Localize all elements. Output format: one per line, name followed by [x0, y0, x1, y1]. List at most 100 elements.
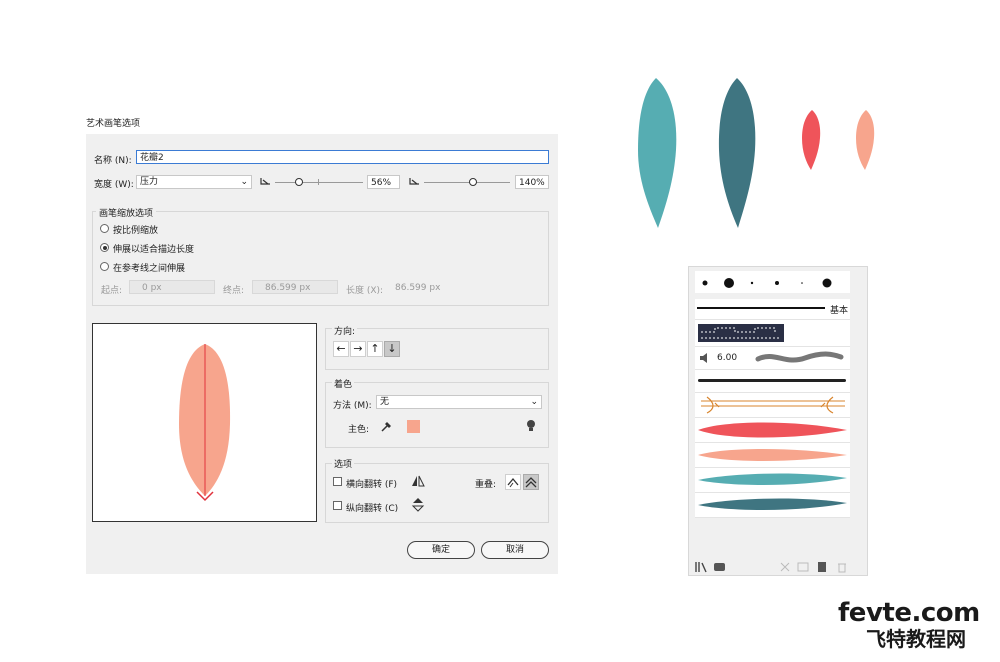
- ok-button[interactable]: 确定: [407, 541, 475, 559]
- flip-across-checkbox[interactable]: [333, 501, 342, 510]
- min-width-field[interactable]: 56%: [367, 175, 400, 189]
- options-title: 选项: [332, 457, 355, 470]
- flip-across-label: 纵向翻转 (C): [346, 504, 399, 514]
- brush-preview: [92, 323, 317, 522]
- watermark-site-name: 飞特教程网: [866, 627, 966, 651]
- direction-right-button[interactable]: →: [350, 341, 366, 357]
- flip-horizontal-icon: [412, 475, 425, 487]
- brush-dot-small: [702, 280, 708, 286]
- stretch-to-fit-label: 伸展以适合描边长度: [113, 245, 195, 255]
- direction-down-button[interactable]: ↓: [384, 341, 400, 357]
- brush-dot-angled: [775, 281, 779, 285]
- stretch-between-guides-radio[interactable]: [100, 262, 109, 271]
- petal-dark-teal: [718, 78, 756, 228]
- libraries-panel-icon[interactable]: [713, 561, 727, 573]
- name-input[interactable]: 花瓣2: [136, 150, 549, 164]
- art-brush-options-dialog: 名称 (N): 花瓣2 宽度 (W): 压力 ⌄ 56% 140% 画笔缩放选项…: [86, 134, 558, 574]
- pressure-max-icon: [409, 178, 419, 185]
- speaker-icon: [700, 353, 707, 363]
- start-label: 起点:: [101, 286, 123, 296]
- brush-dot-big: [822, 278, 832, 288]
- art-brush-teal-shape: [698, 473, 847, 485]
- direction-left-button[interactable]: ←: [333, 341, 349, 357]
- brush-basic[interactable]: 基本: [695, 299, 850, 320]
- brush-pattern[interactable]: [695, 320, 850, 347]
- brush-dot-row: [695, 271, 850, 293]
- width-method-value: 压力: [140, 177, 159, 187]
- brush-scale-options-title: 画笔缩放选项: [96, 206, 157, 219]
- overlap-adjust-button[interactable]: [505, 474, 521, 490]
- stretch-to-fit-radio[interactable]: [100, 243, 109, 252]
- brush-art-teal[interactable]: [695, 468, 850, 493]
- colorization-title: 着色: [332, 377, 355, 390]
- ribbon-brush-preview: [701, 396, 845, 414]
- key-color-label: 主色:: [348, 425, 370, 435]
- basic-stroke: [697, 307, 825, 309]
- brush-size-value: 6.00: [717, 353, 738, 363]
- charcoal-stroke-preview: [755, 351, 844, 363]
- brush-ribbon[interactable]: [695, 393, 850, 418]
- pattern-brush-preview: [698, 324, 784, 342]
- max-width-slider-handle[interactable]: [469, 178, 477, 186]
- start-field: 0 px: [129, 280, 215, 294]
- width-method-select[interactable]: 压力 ⌄: [136, 175, 252, 189]
- min-width-slider-tick: [318, 179, 319, 185]
- end-field: 86.599 px: [252, 280, 338, 294]
- length-label: 长度 (X):: [346, 286, 384, 296]
- petal-salmon: [856, 110, 875, 170]
- brush-art-salmon[interactable]: [695, 443, 850, 468]
- options-group: [325, 463, 549, 523]
- brush-art-dark-teal[interactable]: [695, 493, 850, 518]
- chevron-down-icon: ⌄: [530, 397, 538, 407]
- name-label: 名称 (N):: [94, 156, 132, 166]
- overlap-none-button[interactable]: [523, 474, 539, 490]
- colorization-method-value: 无: [380, 397, 390, 407]
- pressure-min-icon: [260, 178, 270, 185]
- colorization-method-label: 方法 (M):: [333, 401, 372, 411]
- width-label: 宽度 (W):: [94, 180, 134, 190]
- brush-dry-ink[interactable]: [695, 370, 850, 393]
- chevron-down-icon: ⌄: [240, 177, 248, 187]
- brush-dot-tiny: [750, 281, 754, 285]
- cancel-button[interactable]: 取消: [481, 541, 549, 559]
- petal-shapes: [638, 78, 875, 228]
- stretch-between-guides-label: 在参考线之间伸展: [113, 264, 186, 274]
- min-width-slider-track[interactable]: [275, 182, 363, 183]
- direction-title: 方向:: [332, 324, 358, 337]
- end-label: 终点:: [223, 286, 245, 296]
- remove-stroke-icon[interactable]: [779, 561, 791, 573]
- overlap-label: 重叠:: [475, 480, 497, 490]
- brush-art-red[interactable]: [695, 418, 850, 443]
- art-brush-salmon-shape: [698, 449, 847, 461]
- brush-dot-hair: [801, 282, 803, 284]
- petal-red: [802, 110, 821, 170]
- eyedropper-icon[interactable]: [379, 419, 393, 433]
- petal-teal: [638, 78, 677, 228]
- colorization-method-select[interactable]: 无 ⌄: [376, 395, 542, 409]
- new-brush-icon[interactable]: [816, 561, 828, 573]
- direction-up-button[interactable]: ↑: [367, 341, 383, 357]
- scale-proportionally-radio[interactable]: [100, 224, 109, 233]
- key-color-swatch[interactable]: [407, 420, 420, 433]
- overlap-adjust-icon: [507, 477, 519, 488]
- flip-along-checkbox[interactable]: [333, 477, 342, 486]
- brush-calligraphic[interactable]: 6.00: [695, 347, 850, 370]
- colorization-group: [325, 382, 549, 448]
- max-width-slider-track[interactable]: [424, 182, 510, 183]
- brush-dot-large: [724, 278, 734, 288]
- overlap-none-icon: [525, 477, 537, 488]
- dry-ink-stroke: [698, 379, 846, 382]
- min-width-slider-handle[interactable]: [295, 178, 303, 186]
- delete-brush-icon[interactable]: [836, 561, 848, 573]
- brushes-panel: 基本 6.00: [688, 266, 868, 576]
- flip-vertical-icon: [411, 498, 425, 512]
- length-value: 86.599 px: [395, 283, 441, 293]
- scale-proportionally-label: 按比例缩放: [113, 226, 159, 236]
- brush-libraries-icon[interactable]: [695, 561, 709, 573]
- tips-lightbulb-icon[interactable]: [525, 419, 537, 433]
- basic-label: 基本: [830, 306, 849, 316]
- flip-along-label: 横向翻转 (F): [346, 480, 398, 490]
- brush-options-icon[interactable]: [797, 561, 809, 573]
- max-width-field[interactable]: 140%: [515, 175, 549, 189]
- dialog-title: 艺术画笔选项: [86, 119, 141, 129]
